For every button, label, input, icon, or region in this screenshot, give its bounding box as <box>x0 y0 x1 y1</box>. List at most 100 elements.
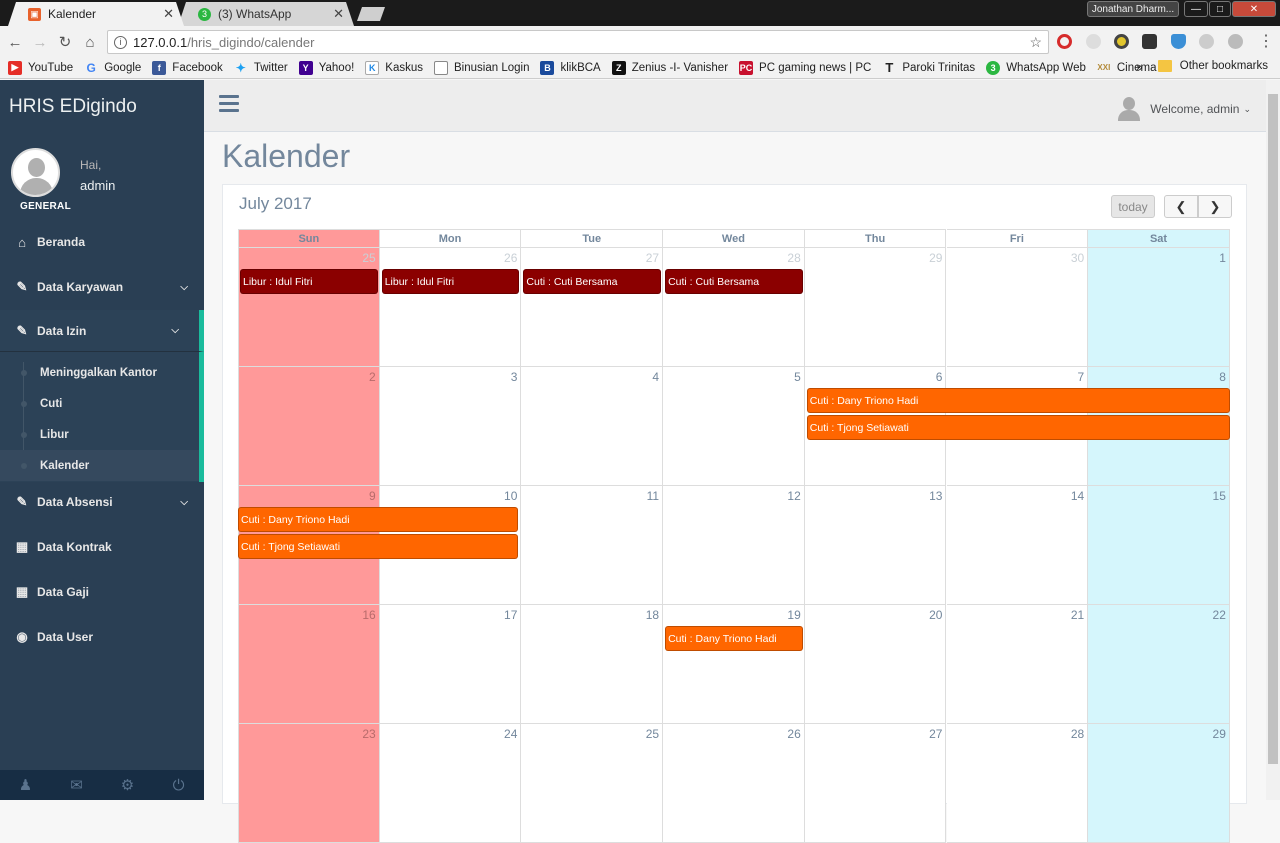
calendar-event[interactable]: Libur : Idul Fitri <box>381 269 520 294</box>
calendar-day-cell[interactable]: 23 <box>238 724 380 843</box>
profile-button[interactable]: Jonathan Dharm... <box>1087 1 1179 17</box>
calendar-day-cell[interactable]: 29 <box>804 248 947 367</box>
bookmark-whatsapp[interactable]: 3 WhatsApp Web <box>986 60 1086 75</box>
other-bookmarks[interactable]: Other bookmarks <box>1157 60 1268 72</box>
bookmark-kaskus[interactable]: K Kaskus <box>365 60 423 75</box>
calendar-day-cell[interactable]: 20 <box>804 605 947 724</box>
close-tab-icon[interactable]: ✕ <box>163 6 174 22</box>
bookmark-paroki[interactable]: T Paroki Trinitas <box>882 60 975 75</box>
calendar-day-cell[interactable]: 1 <box>1088 248 1230 367</box>
sidebar-item-data-user[interactable]: ◉ Data User <box>0 615 204 659</box>
reload-icon[interactable]: ↻ <box>55 32 75 52</box>
sidebar-item-data-izin[interactable]: ✎ Data Izin ⌵ <box>0 310 204 352</box>
scrollbar-thumb[interactable] <box>1268 94 1278 764</box>
menu-toggle-icon[interactable] <box>219 95 239 113</box>
calendar-day-cell[interactable]: 22 <box>1088 605 1230 724</box>
maximize-button[interactable]: □ <box>1209 1 1231 17</box>
submenu-item-meninggalkan-kantor[interactable]: Meninggalkan Kantor <box>0 357 199 388</box>
calendar-event[interactable]: Cuti : Dany Triono Hadi <box>806 388 1230 413</box>
page-scrollbar[interactable] <box>1266 80 1280 800</box>
calendar-day-cell[interactable]: 27 <box>521 248 664 367</box>
calendar-day-cell[interactable]: 28 <box>946 724 1089 843</box>
forward-icon[interactable]: → <box>30 32 50 52</box>
bookmark-google[interactable]: G Google <box>84 61 142 75</box>
back-icon[interactable]: ← <box>5 32 25 52</box>
calendar-day-cell[interactable]: 21 <box>946 605 1089 724</box>
calendar-event[interactable]: Cuti : Cuti Bersama <box>665 269 803 294</box>
minimize-button[interactable]: — <box>1184 1 1208 17</box>
calendar-day-cell[interactable]: 16 <box>238 605 380 724</box>
calendar-event[interactable]: Cuti : Tjong Setiawati <box>806 415 1230 440</box>
opera-ext-icon[interactable] <box>1057 34 1072 49</box>
sidebar-item-data-absensi[interactable]: ✎ Data Absensi ⌵ <box>0 480 204 524</box>
calendar-day-cell[interactable]: 29 <box>1088 724 1230 843</box>
new-tab-button[interactable] <box>357 7 385 21</box>
calendar-day-cell[interactable]: 12 <box>663 486 805 605</box>
next-month-button[interactable]: ❯ <box>1198 195 1232 218</box>
chrome-menu-icon[interactable]: ⋮ <box>1258 31 1274 51</box>
submenu-item-libur[interactable]: Libur <box>0 419 199 450</box>
calendar-day-cell[interactable]: 24 <box>379 724 522 843</box>
power-icon[interactable]: ⏻ <box>153 770 204 800</box>
sidebar-item-data-gaji[interactable]: ▦ Data Gaji <box>0 570 204 614</box>
bookmark-star-icon[interactable]: ☆ <box>1029 34 1042 51</box>
ext-icon[interactable] <box>1086 34 1101 49</box>
calendar-day-cell[interactable]: 11 <box>521 486 664 605</box>
calendar-day-cell[interactable]: 30 <box>946 248 1089 367</box>
url-bar[interactable]: i 127.0.0.1/hris_digindo/calender ☆ <box>107 30 1049 54</box>
bookmark-pcgaming[interactable]: PC PC gaming news | PC <box>739 60 871 75</box>
calendar-day-cell[interactable]: 26 <box>379 248 522 367</box>
calendar-day-cell[interactable]: 26 <box>663 724 805 843</box>
bookmark-twitter[interactable]: ✦ Twitter <box>234 61 288 75</box>
calendar-day-cell[interactable]: 25 <box>238 248 380 367</box>
calendar-day-cell[interactable]: 14 <box>946 486 1089 605</box>
ext-icon[interactable] <box>1142 34 1157 49</box>
info-icon[interactable]: i <box>114 35 127 49</box>
bookmark-yahoo[interactable]: Y Yahoo! <box>298 60 354 75</box>
calendar-day-cell[interactable]: 25 <box>521 724 664 843</box>
prev-month-button[interactable]: ❮ <box>1164 195 1198 218</box>
ext-icon[interactable] <box>1199 34 1214 49</box>
calendar-event[interactable]: Cuti : Tjong Setiawati <box>238 534 519 559</box>
sidebar-item-data-kontrak[interactable]: ▦ Data Kontrak <box>0 525 204 569</box>
calendar-day-cell[interactable]: 4 <box>521 367 664 486</box>
calendar-day-cell[interactable]: 27 <box>804 724 947 843</box>
user-dropdown[interactable]: Welcome, admin ⌄ <box>1118 97 1251 121</box>
bookmark-klikbca[interactable]: BklikBCA <box>540 60 601 75</box>
calendar-day-cell[interactable]: 5 <box>663 367 805 486</box>
ext-icon[interactable] <box>1114 34 1129 49</box>
sidebar-item-beranda[interactable]: ⌂ Beranda <box>0 220 204 264</box>
calendar-day-cell[interactable]: 13 <box>804 486 947 605</box>
calendar-day-cell[interactable]: 19 <box>663 605 805 724</box>
calendar-event[interactable]: Cuti : Dany Triono Hadi <box>665 626 803 651</box>
calendar-event[interactable]: Cuti : Dany Triono Hadi <box>238 507 519 532</box>
calendar-day-cell[interactable]: 2 <box>238 367 380 486</box>
calendar-day-cell[interactable]: 15 <box>1088 486 1230 605</box>
mail-icon[interactable]: ✉ <box>51 770 102 800</box>
bookmark-binusian[interactable]: Binusian Login <box>434 60 529 75</box>
home-icon[interactable]: ⌂ <box>80 32 100 52</box>
calendar-event[interactable]: Libur : Idul Fitri <box>240 269 378 294</box>
more-bookmarks-button[interactable]: » <box>1136 60 1143 74</box>
calendar-day-cell[interactable]: 17 <box>379 605 522 724</box>
tab-kalender[interactable]: ▣ Kalender ✕ <box>8 2 184 26</box>
submenu-item-cuti[interactable]: Cuti <box>0 388 199 419</box>
close-tab-icon[interactable]: ✕ <box>333 6 344 22</box>
bookmark-zenius[interactable]: Z Zenius -I- Vanisher <box>611 60 728 75</box>
sidebar-item-data-karyawan[interactable]: ✎ Data Karyawan ⌵ <box>0 265 204 309</box>
tab-whatsapp[interactable]: 3 (3) WhatsApp ✕ <box>178 2 354 26</box>
close-window-button[interactable]: ✕ <box>1232 1 1276 17</box>
shield-icon[interactable] <box>1171 34 1186 49</box>
user-icon[interactable]: ♟ <box>0 770 51 800</box>
gear-icon[interactable]: ⚙ <box>102 770 153 800</box>
calendar-day-cell[interactable]: 28 <box>663 248 805 367</box>
bookmark-facebook[interactable]: f Facebook <box>152 60 223 75</box>
calendar-day-cell[interactable]: 3 <box>379 367 522 486</box>
ext-icon[interactable] <box>1228 34 1243 49</box>
today-button[interactable]: today <box>1111 195 1155 218</box>
calendar-day-cell[interactable]: 18 <box>521 605 664 724</box>
calendar-event[interactable]: Cuti : Cuti Bersama <box>523 269 662 294</box>
bookmark-youtube[interactable]: ▶ YouTube <box>8 60 73 75</box>
submenu-item-kalender[interactable]: Kalender <box>0 450 199 481</box>
app-brand[interactable]: HRIS EDigindo <box>9 96 137 118</box>
